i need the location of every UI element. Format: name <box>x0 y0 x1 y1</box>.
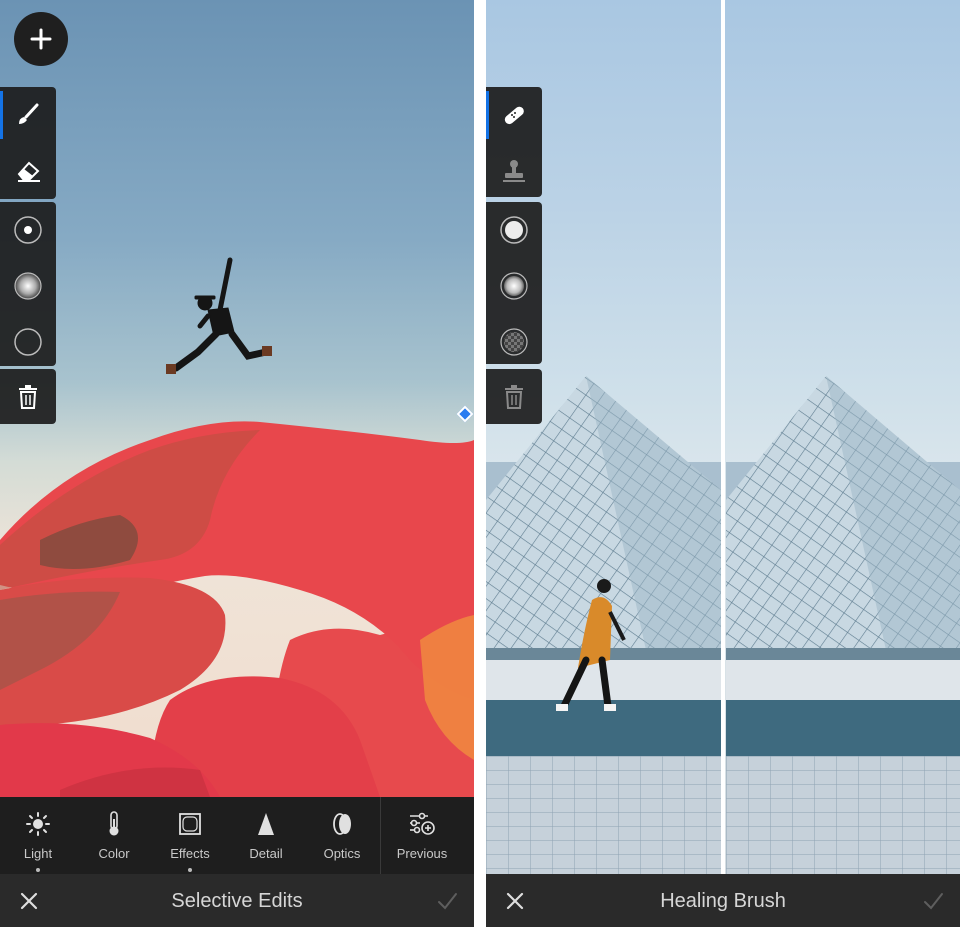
brush-tool-group <box>0 87 56 199</box>
stamp-icon <box>503 160 525 182</box>
desert-arch-photo <box>0 257 474 797</box>
selective-edits-screen: Light Color Effects Detail Optics Previo… <box>0 0 474 927</box>
tab-label: Effects <box>170 846 210 861</box>
bottom-title-bar: Selective Edits <box>0 874 474 927</box>
checkmark-icon[interactable] <box>922 890 944 912</box>
sun-icon <box>26 812 50 836</box>
trash-icon <box>19 384 37 409</box>
tab-effects[interactable]: Effects <box>152 797 228 874</box>
size-feather-icon <box>14 272 42 300</box>
delete-group <box>0 369 56 424</box>
tab-previous[interactable]: Previous <box>384 797 460 874</box>
brush-feather-button[interactable] <box>0 258 56 314</box>
sliders-plus-icon <box>410 812 435 835</box>
adjustment-tabs: Light Color Effects Detail Optics Previo… <box>0 797 474 874</box>
tab-color[interactable]: Color <box>76 797 152 874</box>
heal-tool-group <box>486 87 542 197</box>
panel-title: Selective Edits <box>171 890 303 912</box>
eraser-button[interactable] <box>0 143 56 199</box>
brush-opacity-button[interactable] <box>486 314 542 370</box>
delete-group <box>486 369 542 424</box>
size-opacity-icon <box>500 328 528 356</box>
brush-size-small-button[interactable] <box>0 202 56 258</box>
eraser-icon <box>17 161 40 182</box>
healing-brush-screen: Healing Brush <box>486 0 960 927</box>
clone-button[interactable] <box>486 143 542 199</box>
brush-size-group <box>0 202 56 366</box>
modified-dot <box>36 868 40 872</box>
brush-flow-button[interactable] <box>0 314 56 370</box>
brush-size-button[interactable] <box>486 202 542 258</box>
tab-label: Detail <box>249 846 283 861</box>
plus-icon <box>30 28 52 50</box>
brush-feather-button[interactable] <box>486 258 542 314</box>
trash-icon <box>505 384 523 409</box>
bottom-title-bar: Healing Brush <box>486 874 960 927</box>
checkmark-icon[interactable] <box>436 890 458 912</box>
bandage-icon <box>504 106 524 125</box>
heal-button[interactable] <box>486 87 542 143</box>
tab-label: Previous <box>396 846 448 861</box>
optics-lens-icon <box>333 813 351 835</box>
size-feather-icon <box>500 272 528 300</box>
detail-triangle-icon <box>258 813 274 835</box>
delete-button[interactable] <box>486 369 542 424</box>
panel-title: Healing Brush <box>660 890 786 912</box>
tab-label: Light <box>23 846 53 861</box>
brush-icon <box>19 103 39 124</box>
tab-optics[interactable]: Optics <box>304 797 380 874</box>
tab-detail[interactable]: Detail <box>228 797 304 874</box>
size-empty-icon <box>14 328 42 356</box>
delete-button[interactable] <box>0 369 56 424</box>
modified-dot <box>188 868 192 872</box>
effects-frame-icon <box>179 813 201 835</box>
before-after-divider[interactable] <box>721 0 725 874</box>
size-small-icon <box>14 216 42 244</box>
brush-button[interactable] <box>0 87 56 143</box>
tab-label: Color <box>98 846 130 861</box>
thermometer-icon <box>109 811 119 836</box>
add-mask-button[interactable] <box>14 12 68 66</box>
size-solid-icon <box>500 216 528 244</box>
tab-light[interactable]: Light <box>0 797 76 874</box>
brush-size-group <box>486 202 542 364</box>
photo-canvas[interactable] <box>0 0 474 797</box>
tab-divider <box>380 797 381 874</box>
tab-label: Optics <box>323 846 361 861</box>
photo-canvas[interactable] <box>486 0 960 874</box>
